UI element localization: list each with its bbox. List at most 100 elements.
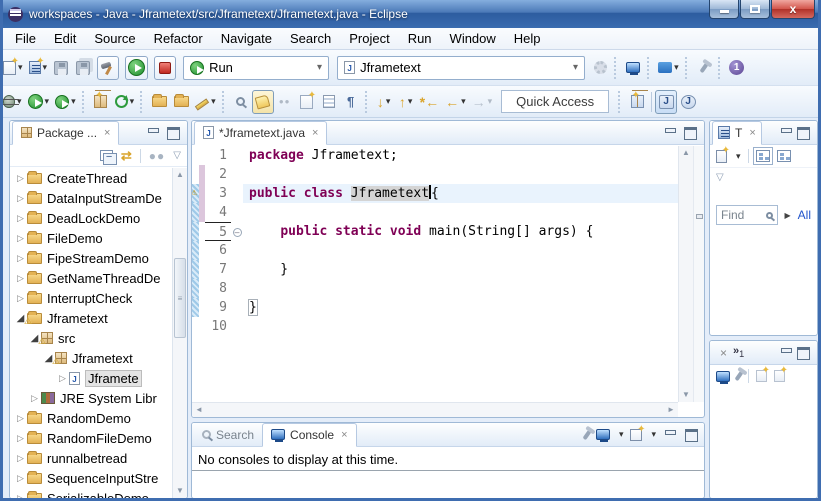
maximize-view-button[interactable] (796, 347, 810, 358)
code-text[interactable] (243, 203, 678, 222)
overview-ruler[interactable] (693, 146, 704, 402)
maximize-window-button[interactable] (740, 0, 770, 19)
collapsed-arrow-icon[interactable]: ▷ (14, 453, 27, 464)
code-line-3[interactable]: ⚠3public class Jframetext{ (192, 184, 678, 203)
tree-item-getnamethreadde[interactable]: ▷GetNameThreadDe (10, 268, 172, 288)
minimize-view-button[interactable] (146, 127, 160, 138)
open-element-button[interactable] (170, 90, 192, 114)
code-line-9[interactable]: 9} (192, 298, 678, 317)
title-bar[interactable]: workspaces - Java - Jframetext/src/Jfram… (0, 0, 821, 28)
collapsed-arrow-icon[interactable]: ▷ (14, 273, 27, 284)
editor-vertical-scrollbar[interactable]: ▲ ▼ (678, 146, 693, 402)
dropdown-icon[interactable]: ▾ (45, 96, 50, 107)
code-text[interactable] (243, 317, 678, 336)
tab-package-explorer[interactable]: Package ... × (12, 121, 119, 145)
chevron-down-icon[interactable]: ▾ (317, 62, 322, 73)
scheduled-view-button[interactable] (777, 150, 791, 162)
view-menu-button[interactable]: ▽ (716, 172, 724, 183)
run-as-button[interactable]: ▾ (25, 90, 53, 114)
new-wizard-button[interactable]: ▾ (0, 56, 26, 80)
menu-search[interactable]: Search (281, 29, 340, 48)
code-text[interactable] (243, 279, 678, 298)
code-editor[interactable]: 1package Jframetext;2⚠3public class Jfra… (192, 146, 678, 402)
dropdown-icon[interactable]: ▾ (674, 62, 679, 73)
save-all-button[interactable] (72, 56, 94, 80)
close-tab-icon[interactable]: × (104, 127, 110, 139)
tree-item-datainputstreamde[interactable]: ▷DataInputStreamDe (10, 188, 172, 208)
next-annotation-setting-button[interactable]: ●● (274, 90, 296, 114)
open-console-button[interactable] (622, 56, 644, 80)
menu-project[interactable]: Project (340, 29, 398, 48)
code-text[interactable]: } (243, 298, 678, 317)
scroll-up-icon[interactable]: ▲ (679, 146, 693, 160)
scroll-down-icon[interactable]: ▼ (173, 484, 187, 498)
debug-button[interactable]: ▾ (0, 90, 25, 114)
annotation-marker[interactable] (696, 214, 703, 219)
tree-item-fipestreamdemo[interactable]: ▷FipeStreamDemo (10, 248, 172, 268)
tree-item-filedemo[interactable]: ▷FileDemo (10, 228, 172, 248)
tree-item-interruptcheck[interactable]: ▷InterruptCheck (10, 288, 172, 308)
new-task-button[interactable] (716, 150, 727, 163)
menu-navigate[interactable]: Navigate (212, 29, 281, 48)
menu-run[interactable]: Run (399, 29, 441, 48)
tab-task-list[interactable]: T × (712, 121, 762, 145)
open-task-button[interactable] (148, 90, 170, 114)
warning-icon[interactable]: ⚠ (192, 187, 197, 198)
code-line-4[interactable]: 4 (192, 203, 678, 222)
scroll-right-icon[interactable]: ► (664, 403, 678, 417)
link-with-editor-button[interactable]: ⇄ (121, 148, 132, 164)
collapsed-arrow-icon[interactable]: ▷ (14, 433, 27, 444)
minimize-view-button[interactable] (663, 127, 677, 138)
tree-item-jframetext[interactable]: ◢⚠Jframetext (10, 308, 172, 328)
tree-item-jframete[interactable]: ▷JJframete (10, 368, 172, 388)
minimize-view-button[interactable] (779, 347, 793, 358)
dropdown-icon[interactable]: ▾ (461, 96, 466, 107)
tree-item-jre system libr[interactable]: ▷JRE System Libr (10, 388, 172, 408)
menu-edit[interactable]: Edit (45, 29, 85, 48)
display-icon[interactable] (716, 371, 730, 382)
dropdown-icon[interactable]: ▾ (71, 96, 76, 107)
menu-window[interactable]: Window (441, 29, 505, 48)
code-line-1[interactable]: 1package Jframetext; (192, 146, 678, 165)
editor-horizontal-scrollbar[interactable]: ◄ ► (192, 402, 678, 417)
tab-overflow-chevron[interactable]: »1 (733, 345, 744, 359)
code-text[interactable] (243, 241, 678, 260)
minimize-view-button[interactable] (779, 127, 793, 138)
collapse-fold-icon[interactable]: – (233, 228, 242, 237)
tree-item-jframetext[interactable]: ◢⚠Jframetext (10, 348, 172, 368)
tree-item-createthread[interactable]: ▷CreateThread (10, 168, 172, 188)
toggle-mark-occurrences-button[interactable] (252, 90, 274, 114)
tree-item-serializabledemo[interactable]: ▷SerializableDemo (10, 488, 172, 498)
coverage-button[interactable]: ▾ (52, 90, 79, 114)
dropdown-icon[interactable]: ▾ (651, 429, 656, 440)
menu-source[interactable]: Source (85, 29, 144, 48)
tree-item-src[interactable]: ◢⚠src (10, 328, 172, 348)
close-window-button[interactable]: x (771, 0, 815, 19)
find-task-input[interactable]: Find (716, 205, 778, 225)
next-annotation-button[interactable]: ↓▾ (373, 90, 395, 114)
scroll-left-icon[interactable]: ◄ (192, 403, 206, 417)
run-configuration-combo[interactable]: Run ▾ (183, 56, 329, 80)
code-text[interactable]: public class Jframetext{ (243, 184, 678, 203)
search-button[interactable] (230, 90, 252, 114)
dropdown-icon[interactable]: ▾ (619, 429, 624, 440)
pin-icon[interactable] (734, 371, 743, 381)
open-perspective-button[interactable] (626, 90, 648, 114)
scrollbar-thumb[interactable]: ≡ (174, 258, 186, 338)
new-java-project-button-2[interactable] (90, 90, 112, 114)
dropdown-icon[interactable]: ▾ (408, 96, 413, 107)
maximize-view-button[interactable] (166, 127, 180, 138)
tree-item-randomdemo[interactable]: ▷RandomDemo (10, 408, 172, 428)
close-tab-icon[interactable]: × (720, 346, 727, 360)
tree-item-sequenceinputstre[interactable]: ▷SequenceInputStre (10, 468, 172, 488)
close-tab-icon[interactable]: × (341, 429, 347, 441)
collapsed-arrow-icon[interactable]: ▷ (14, 253, 27, 264)
collapsed-arrow-icon[interactable]: ▷ (28, 393, 41, 404)
forward-button[interactable]: →▾ (469, 90, 496, 114)
focus-on-active-task-button[interactable]: ●● (149, 149, 166, 163)
collapsed-arrow-icon[interactable]: ▷ (14, 493, 27, 499)
code-line-6[interactable]: 6 (192, 241, 678, 260)
stop-button[interactable] (154, 56, 176, 80)
maximize-view-button[interactable] (683, 127, 697, 138)
unnamed-view-tab[interactable]: × (712, 341, 733, 365)
